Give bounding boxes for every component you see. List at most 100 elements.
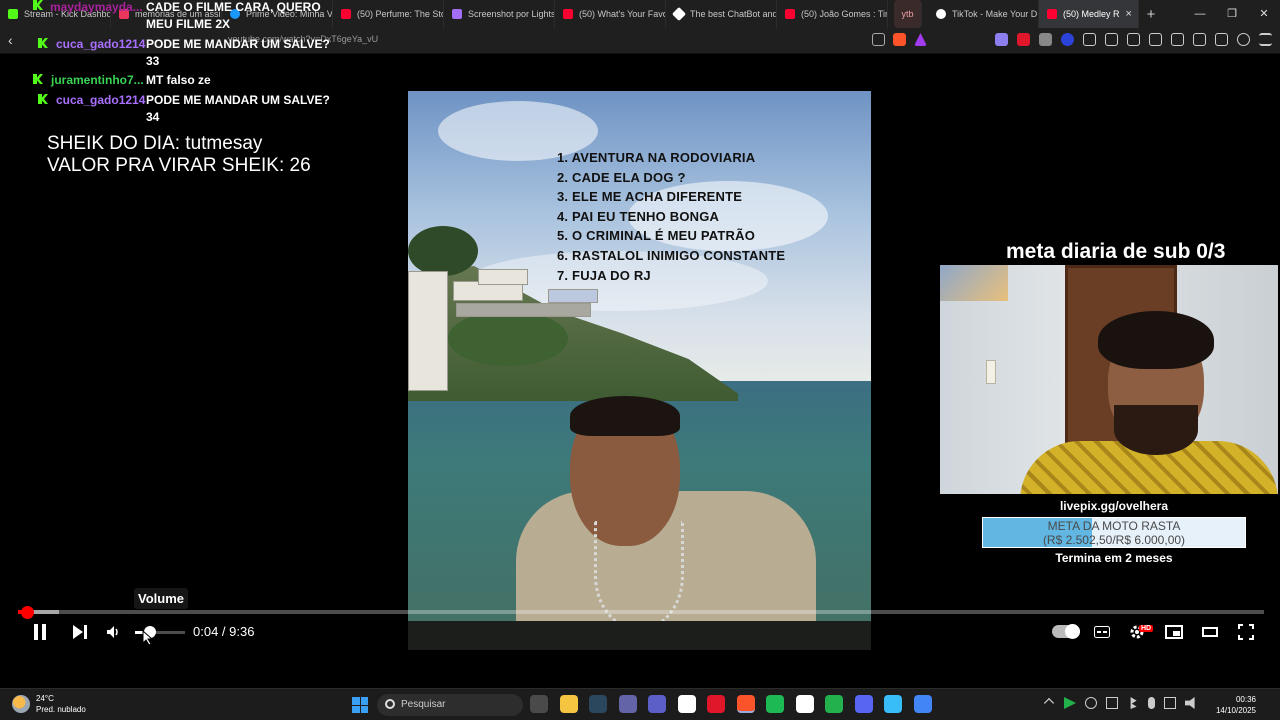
file-explorer-icon[interactable] xyxy=(559,695,578,713)
microphone-icon[interactable] xyxy=(1148,697,1155,709)
extension-cloud-icon[interactable] xyxy=(995,33,1008,46)
building xyxy=(408,271,448,391)
chevron-up-icon[interactable] xyxy=(1043,697,1055,709)
chat-message: PODE ME MANDAR UM SALVE? xyxy=(146,93,330,107)
mute-button[interactable] xyxy=(104,621,124,643)
extension-blue-icon[interactable] xyxy=(1061,33,1074,46)
extensions-puzzle-icon[interactable] xyxy=(1105,33,1118,46)
wallet-icon[interactable] xyxy=(1193,33,1206,46)
maximize-button[interactable]: ❐ xyxy=(1216,0,1248,28)
youtube-icon xyxy=(785,9,795,19)
pause-icon xyxy=(34,624,46,640)
browser-tab-active[interactable]: (50) Medley R × xyxy=(1039,0,1139,28)
notes-icon[interactable] xyxy=(884,695,902,713)
weather-text: 24°C Pred. nublado xyxy=(36,693,86,715)
vpn-icon[interactable] xyxy=(1237,33,1250,46)
minimize-button[interactable]: — xyxy=(1184,0,1216,28)
next-button[interactable] xyxy=(70,621,90,643)
fullscreen-button[interactable] xyxy=(1236,621,1256,643)
bluetooth-icon[interactable] xyxy=(1130,697,1137,709)
browser-tab[interactable]: (50) João Gomes : Tin xyxy=(777,0,888,28)
windows-logo-icon xyxy=(352,697,360,705)
steam-icon[interactable] xyxy=(589,695,607,713)
leo-ai-icon[interactable] xyxy=(1215,33,1228,46)
browser-tab-tiktok[interactable]: TikTok - Make Your D xyxy=(928,0,1039,28)
app-icon[interactable] xyxy=(618,695,637,713)
sheik-of-day-text: SHEIK DO DIA: tutmesay xyxy=(47,133,263,154)
miniplayer-button[interactable] xyxy=(1164,621,1184,643)
chat-message: 34 xyxy=(146,110,160,124)
extension-pen-icon[interactable] xyxy=(1017,33,1030,46)
media-icon[interactable] xyxy=(1149,33,1162,46)
hd-badge: HD xyxy=(1139,625,1154,632)
close-tab-icon[interactable]: × xyxy=(1126,8,1132,20)
extension-gear-icon[interactable] xyxy=(1083,33,1096,46)
streamer-hair xyxy=(1098,311,1214,369)
browser-tab[interactable]: (50) What's Your Favo xyxy=(555,0,666,28)
search-placeholder: Pesquisar xyxy=(401,699,446,710)
song-item: 3. ELE ME ACHA DIFERENTE xyxy=(557,189,743,205)
light-switch xyxy=(986,360,996,384)
windows-logo-icon xyxy=(360,697,368,705)
video-progress-bar[interactable] xyxy=(18,606,1264,619)
youtube-icon xyxy=(341,9,351,19)
browser-tab[interactable]: (50) Perfume: The Sto xyxy=(333,0,444,28)
task-view-icon[interactable] xyxy=(530,695,548,713)
goal-progress-bar: META DA MOTO RASTA (R$ 2.502,50/R$ 6.000… xyxy=(982,517,1246,548)
chrome-icon[interactable] xyxy=(913,695,932,713)
total-time: 9:36 xyxy=(229,624,255,639)
extension-glasses-icon[interactable] xyxy=(1039,33,1052,46)
start-button[interactable] xyxy=(352,697,368,713)
chat-message: MEU FILME 2X xyxy=(146,17,231,31)
song-item: 1. AVENTURA NA RODOVIARIA xyxy=(557,150,756,165)
opera-icon[interactable] xyxy=(707,695,725,713)
subtitles-button[interactable] xyxy=(1093,621,1111,643)
tree xyxy=(448,311,568,366)
tab-favicon-icon xyxy=(8,9,18,19)
network-icon[interactable] xyxy=(1164,697,1176,709)
back-button[interactable]: ‹ xyxy=(8,32,24,48)
theater-mode-button[interactable] xyxy=(1200,621,1220,643)
speaker-icon[interactable] xyxy=(1185,697,1195,709)
browser-tab[interactable]: Screenshot por Lights xyxy=(444,0,555,28)
system-clock[interactable]: 00:36 14/10/2025 xyxy=(1216,694,1256,716)
song-list: 1. AVENTURA NA RODOVIARIA 2. CADE ELA DO… xyxy=(557,148,785,285)
cast-icon[interactable] xyxy=(872,33,885,46)
browser-tab[interactable]: The best ChatBot and xyxy=(666,0,777,28)
pause-button[interactable] xyxy=(30,621,50,643)
sidebar-icon[interactable] xyxy=(1171,33,1184,46)
brave-icon[interactable] xyxy=(736,695,755,713)
tray-share-icon[interactable] xyxy=(1106,697,1118,709)
progress-scrubber[interactable] xyxy=(20,606,34,619)
close-window-button[interactable]: ✕ xyxy=(1248,0,1280,28)
notepad-icon[interactable] xyxy=(795,695,814,713)
chat-message: MT falso ze xyxy=(146,73,211,87)
goal-text: META DA MOTO RASTA (R$ 2.502,50/R$ 6.000… xyxy=(983,519,1245,547)
video-player-frame[interactable]: 1. AVENTURA NA RODOVIARIA 2. CADE ELA DO… xyxy=(408,91,871,650)
autoplay-toggle[interactable] xyxy=(1052,624,1080,639)
screen: Stream - Kick Dashbo memórias de um assi… xyxy=(0,0,1280,720)
song-item: 4. PAI EU TENHO BONGA xyxy=(557,208,720,224)
taskbar-search[interactable]: Pesquisar xyxy=(377,694,523,716)
screenshot-icon[interactable] xyxy=(1127,33,1140,46)
tab-group-ytb[interactable]: ytb xyxy=(894,0,922,28)
discord-icon[interactable] xyxy=(854,695,873,713)
tray-app-icon[interactable] xyxy=(1085,697,1097,709)
brave-rewards-icon[interactable] xyxy=(914,33,927,46)
weather-widget[interactable]: 24°C Pred. nublado xyxy=(12,693,86,715)
new-tab-button[interactable]: + xyxy=(1139,6,1163,23)
spotify-icon[interactable] xyxy=(766,695,784,713)
weather-cloud-icon xyxy=(12,695,30,713)
song-item: 6. RASTALOL INIMIGO CONSTANTE xyxy=(557,247,786,263)
chatgpt-icon[interactable] xyxy=(677,695,696,713)
taskbar-apps xyxy=(530,695,932,713)
chat-username: cuca_gado1214 xyxy=(56,37,146,51)
app-icon[interactable] xyxy=(648,695,666,713)
next-icon xyxy=(73,625,87,639)
menu-icon[interactable] xyxy=(1259,33,1272,46)
brave-shield-icon[interactable] xyxy=(893,33,906,46)
play-icon[interactable] xyxy=(1064,697,1076,709)
boat-railing xyxy=(408,621,871,650)
time-separator: / xyxy=(218,624,230,639)
play-store-icon[interactable] xyxy=(825,695,843,713)
